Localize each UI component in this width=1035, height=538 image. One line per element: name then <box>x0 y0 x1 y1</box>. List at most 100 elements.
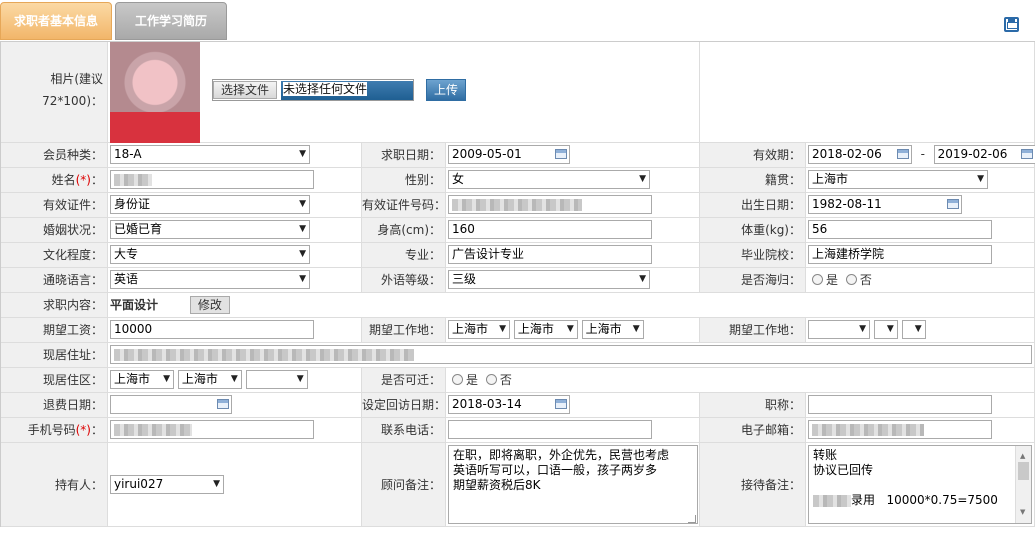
calendar-icon[interactable] <box>1020 149 1033 159</box>
work-place-district-select[interactable]: 上海市 <box>581 320 644 339</box>
relocate-label: 是否可迁： <box>362 368 446 392</box>
form-row-10: 现居住区： 上海市 上海市 是否可迁： 是 否 <box>1 368 1035 393</box>
form-row-4: 婚姻状况： 已婚已育 身高(cm)： 160 体重(kg)： 56 <box>1 218 1035 243</box>
save-icon[interactable] <box>1004 17 1019 32</box>
birth-date-input[interactable]: 1982-08-11 <box>808 195 962 214</box>
validity-separator: - <box>920 147 925 161</box>
owner-select[interactable]: yirui027 <box>110 475 224 494</box>
no-file-text: 未选择任何文件 <box>281 80 413 100</box>
height-label: 身高(cm)： <box>362 218 446 242</box>
major-label: 专业： <box>362 243 446 267</box>
school-input[interactable]: 上海建桥学院 <box>808 245 992 264</box>
job-title-input[interactable] <box>808 395 992 414</box>
email-label: 电子邮箱： <box>700 418 806 442</box>
callback-date-input[interactable]: 2018-03-14 <box>448 395 570 414</box>
weight-input[interactable]: 56 <box>808 220 992 239</box>
upload-button[interactable]: 上传 <box>426 79 467 101</box>
job-content-value: 平面设计 <box>110 298 159 312</box>
choose-file-button[interactable]: 选择文件 <box>213 81 278 99</box>
mobile-input[interactable] <box>110 420 314 439</box>
photo-cell: 选择文件 未选择任何文件 上传 <box>108 42 700 143</box>
work-place-city-select[interactable]: 上海市 <box>513 320 578 339</box>
native-select[interactable]: 上海市 <box>808 170 988 189</box>
form-row-7: 求职内容： 平面设计 修改 <box>1 293 1035 318</box>
address-input[interactable] <box>110 345 1032 364</box>
applicant-form: 相片(建议 72*100)： 选择文件 未选择任何文件 上传 会员种类： 18-… <box>0 42 1035 527</box>
reception-note-textarea[interactable]: 转账 协议已回传 录用 10000*0.75=7500 ▲ ▼ <box>808 445 1032 524</box>
phone-input[interactable] <box>448 420 652 439</box>
email-input[interactable] <box>808 420 992 439</box>
height-input[interactable]: 160 <box>448 220 652 239</box>
calendar-icon[interactable] <box>897 149 909 159</box>
district-label: 现居住区： <box>1 368 108 392</box>
form-row-12: 手机号码(*)： 联系电话： 电子邮箱： <box>1 418 1035 443</box>
mobile-label: 手机号码(*)： <box>1 418 108 442</box>
form-row-9: 现居住址： <box>1 343 1035 368</box>
district-city-select[interactable]: 上海市 <box>177 370 242 389</box>
note-scrollbar[interactable]: ▲ ▼ <box>1015 446 1031 523</box>
overseas-no-radio[interactable] <box>845 274 857 285</box>
apply-date-input[interactable]: 2009-05-01 <box>448 145 570 164</box>
major-input[interactable]: 广告设计专业 <box>448 245 652 264</box>
district-province-select[interactable]: 上海市 <box>110 370 174 389</box>
owner-label: 持有人： <box>1 443 108 526</box>
form-row-13: 持有人： yirui027 顾问备注： 在职，即将离职，外企优先，民营也考虑 英… <box>1 443 1035 527</box>
advisor-note-label: 顾问备注： <box>362 443 446 526</box>
work-place-2-district-select[interactable] <box>901 320 926 339</box>
apply-date-label: 求职日期： <box>362 143 446 167</box>
tab-work-resume[interactable]: 工作学习简历 <box>115 2 227 40</box>
work-place-2-city-select[interactable] <box>873 320 898 339</box>
work-place-2-province-select[interactable] <box>808 320 870 339</box>
phone-label: 联系电话： <box>362 418 446 442</box>
photo-thumbnail <box>110 42 200 143</box>
school-label: 毕业院校： <box>700 243 806 267</box>
district-area-select[interactable] <box>245 370 308 389</box>
marital-select[interactable]: 已婚已育 <box>110 220 310 239</box>
reception-note-label: 接待备注： <box>700 443 806 526</box>
advisor-note-textarea[interactable]: 在职，即将离职，外企优先，民营也考虑 英语听写可以，口语一般，孩子两岁多 期望薪… <box>448 445 698 524</box>
id-number-input[interactable] <box>448 195 652 214</box>
job-title-label: 职称： <box>700 393 806 417</box>
form-row-3: 有效证件： 身份证 有效证件号码： 出生日期： 1982-08-11 <box>1 193 1035 218</box>
calendar-icon[interactable] <box>555 149 567 159</box>
refund-date-input[interactable] <box>110 395 232 414</box>
member-type-select[interactable]: 18-A <box>110 145 310 164</box>
education-select[interactable]: 大专 <box>110 245 310 264</box>
form-row-6: 通晓语言： 英语 外语等级： 三级 是否海归： 是 否 <box>1 268 1035 293</box>
calendar-icon[interactable] <box>947 199 959 209</box>
salary-input[interactable]: 10000 <box>110 320 314 339</box>
id-number-label: 有效证件号码： <box>362 193 446 217</box>
job-content-label: 求职内容： <box>1 293 108 317</box>
language-label: 通晓语言： <box>1 268 108 292</box>
name-input[interactable] <box>110 170 314 189</box>
id-type-select[interactable]: 身份证 <box>110 195 310 214</box>
overseas-yes-radio[interactable] <box>812 274 823 285</box>
member-type-label: 会员种类： <box>1 143 108 167</box>
language-level-select[interactable]: 三级 <box>448 270 650 289</box>
marital-label: 婚姻状况： <box>1 218 108 242</box>
form-row-11: 退费日期： 设定回访日期： 2018-03-14 职称： <box>1 393 1035 418</box>
work-place-2-label: 期望工作地： <box>700 318 806 342</box>
relocate-no-radio[interactable] <box>485 374 497 385</box>
tab-basic-info[interactable]: 求职者基本信息 <box>0 2 112 40</box>
id-type-label: 有效证件： <box>1 193 108 217</box>
photo-spacer <box>700 42 1035 142</box>
gender-select[interactable]: 女 <box>448 170 650 189</box>
edit-job-button[interactable]: 修改 <box>189 296 230 314</box>
overseas-label: 是否海归： <box>700 268 806 292</box>
form-row-2: 姓名(*)： 性别： 女 籍贯： 上海市 <box>1 168 1035 193</box>
form-row-1: 会员种类： 18-A 求职日期： 2009-05-01 有效期： 2018-02… <box>1 143 1035 168</box>
weight-label: 体重(kg)： <box>700 218 806 242</box>
calendar-icon[interactable] <box>555 399 567 409</box>
address-label: 现居住址： <box>1 343 108 367</box>
resize-handle[interactable] <box>688 515 696 523</box>
language-select[interactable]: 英语 <box>110 270 310 289</box>
tab-bar: 求职者基本信息 工作学习简历 <box>0 0 1035 42</box>
relocate-yes-radio[interactable] <box>452 374 463 385</box>
file-chooser[interactable]: 选择文件 未选择任何文件 <box>212 79 414 101</box>
calendar-icon[interactable] <box>217 399 229 409</box>
refund-date-label: 退费日期： <box>1 393 108 417</box>
work-place-province-select[interactable]: 上海市 <box>448 320 510 339</box>
salary-label: 期望工资： <box>1 318 108 342</box>
validity-label: 有效期： <box>700 143 806 167</box>
